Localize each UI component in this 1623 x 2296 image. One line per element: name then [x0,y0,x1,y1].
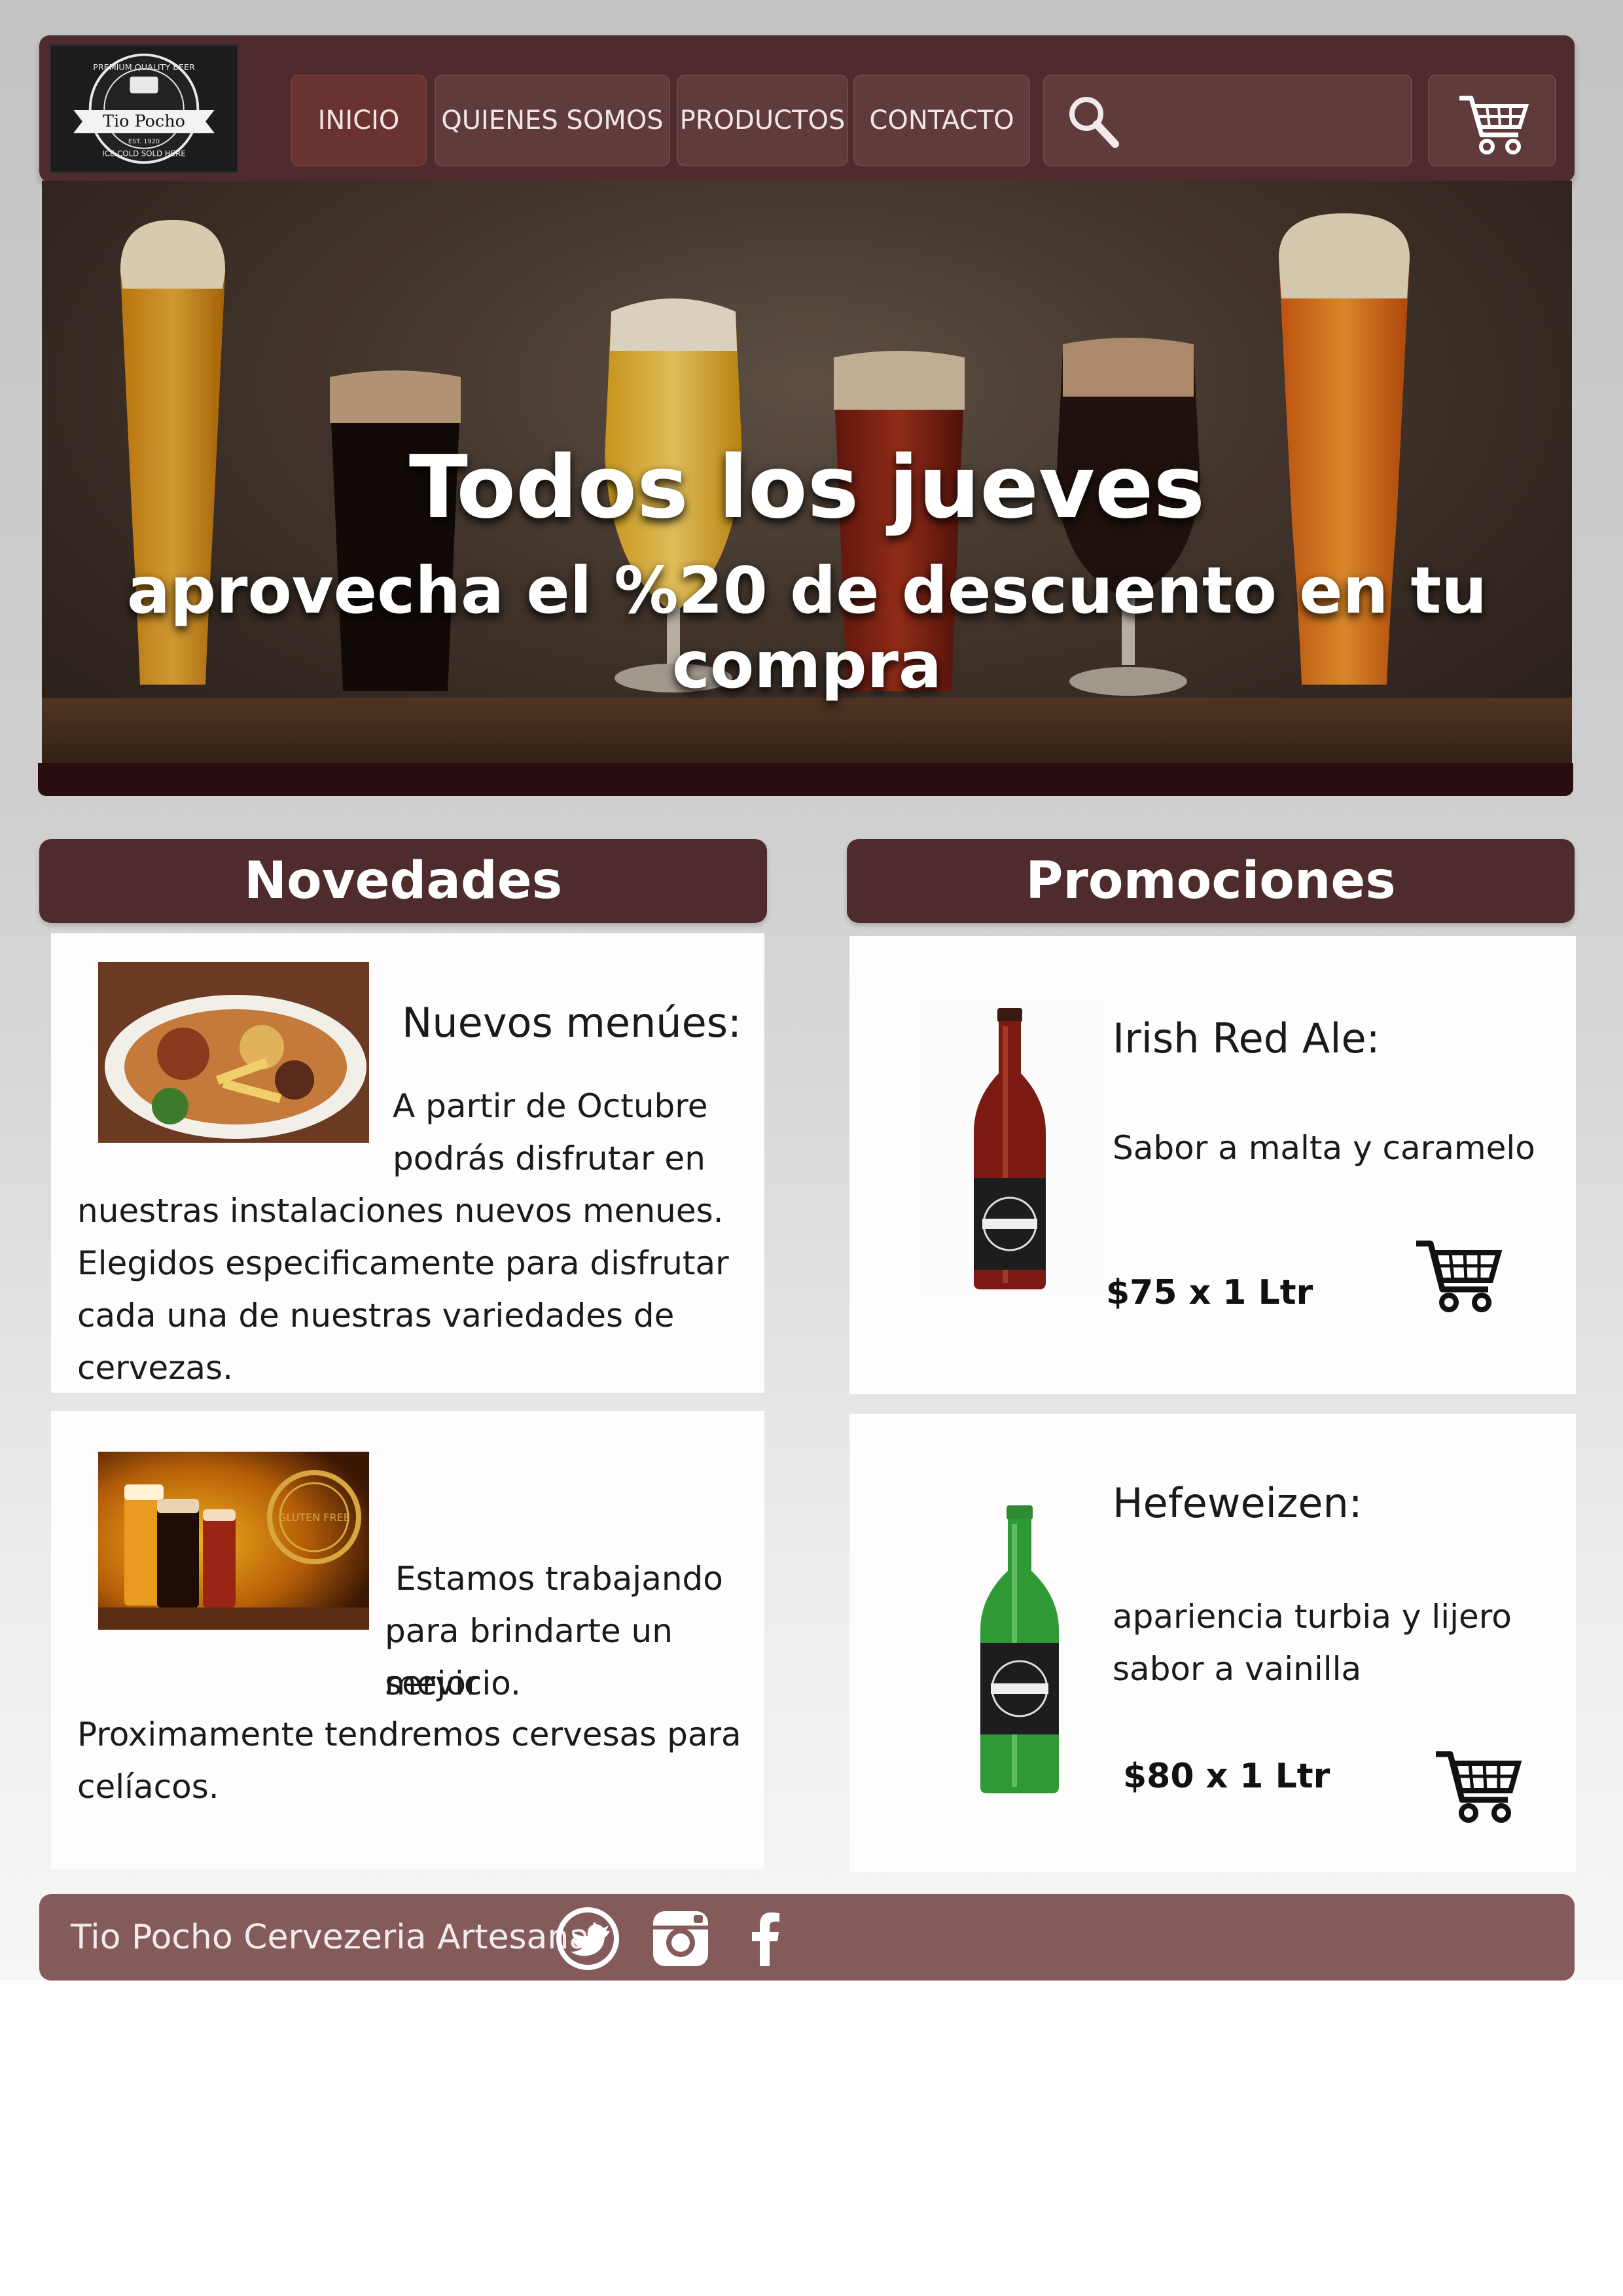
hefeweizen-bottle-image [935,1492,1105,1806]
brand-logo[interactable]: PREMIUM QUALITY BEER Tio Pocho EST. 1920… [50,45,238,173]
nav-label: INICIO [317,105,400,135]
promo-description: apariencia turbia y lijero [1113,1598,1512,1636]
news-line: Elegidos especificamente para disfrutar [77,1244,729,1282]
search-icon[interactable] [1061,90,1124,153]
news-line: cada una de nuestras variedades de [77,1297,675,1335]
promo-description: sabor a vainilla [1113,1650,1362,1688]
nav-productos[interactable]: PRODUCTOS [677,75,848,166]
news-card-celiac: GLUTEN FREE Estamos trabajando para brin… [51,1411,764,1869]
promo-card-hefeweizen: Hefeweizen: apariencia turbia y lijero s… [849,1414,1576,1872]
news-line: nuestras instalaciones nuevos menues. [77,1192,724,1230]
gluten-free-beer-image: GLUTEN FREE [98,1452,369,1630]
news-line: podrás disfrutar en [393,1139,705,1177]
promo-price: $80 x 1 Ltr [1123,1757,1330,1796]
news-card-menus: Nuevos menúes: A partir de Octubre podrá… [51,933,764,1393]
hero-title: Todos los jueves [408,437,1205,538]
news-line: cervezas. [77,1349,233,1387]
news-line: Estamos trabajando [395,1560,723,1598]
news-title: Nuevos menúes: [402,999,741,1047]
svg-text:Tio Pocho: Tio Pocho [103,111,185,131]
promociones-heading: Promociones [847,839,1575,923]
cart-icon [1459,96,1529,154]
add-to-cart-icon[interactable] [1432,1734,1524,1826]
add-to-cart-icon[interactable] [1412,1224,1504,1316]
svg-text:ICE COLD SOLD HERE: ICE COLD SOLD HERE [102,149,186,158]
facebook-icon[interactable] [733,1906,798,1971]
nav-inicio[interactable]: INICIO [291,75,427,166]
food-plate-image [98,962,369,1143]
svg-text:EST. 1920: EST. 1920 [128,138,160,145]
svg-text:PREMIUM QUALITY BEER: PREMIUM QUALITY BEER [93,63,195,73]
news-line: servicio. [385,1664,521,1702]
nav-label: QUIENES SOMOS [441,105,664,135]
news-line: A partir de Octubre [393,1087,708,1125]
instagram-icon[interactable] [648,1906,713,1971]
header-bar: PREMIUM QUALITY BEER Tio Pocho EST. 1920… [39,35,1575,182]
promo-description: Sabor a malta y caramelo [1113,1129,1535,1167]
twitter-icon[interactable] [555,1906,620,1971]
search-box[interactable] [1043,75,1412,166]
hero-banner: Todos los jueves aprovecha el %20 de des… [42,181,1572,764]
nav-quienes-somos[interactable]: QUIENES SOMOS [435,75,670,166]
promo-price: $75 x 1 Ltr [1106,1273,1313,1312]
promo-title: Hefeweizen: [1113,1479,1363,1527]
nav-label: PRODUCTOS [679,105,846,135]
news-line: Proximamente tendremos cervesas para [77,1715,741,1753]
footer-bar: Tio Pocho Cervezeria Artesanal [39,1894,1575,1981]
irish-red-bottle-image [915,995,1105,1296]
nav-label: CONTACTO [869,105,1014,135]
promo-title: Irish Red Ale: [1113,1014,1380,1062]
hero-bottom-bar [38,763,1573,796]
hero-subtitle: aprovecha el %20 de descuento en tu comp… [126,554,1488,703]
footer-brand-text: Tio Pocho Cervezeria Artesanal [71,1918,599,1957]
nav-contacto[interactable]: CONTACTO [853,75,1030,166]
novedades-heading: Novedades [39,839,767,923]
news-line: celíacos. [77,1768,219,1806]
cart-button[interactable] [1428,75,1556,166]
svg-text:GLUTEN FREE: GLUTEN FREE [278,1511,350,1524]
promo-card-irish-red: Irish Red Ale: Sabor a malta y caramelo … [849,936,1576,1394]
